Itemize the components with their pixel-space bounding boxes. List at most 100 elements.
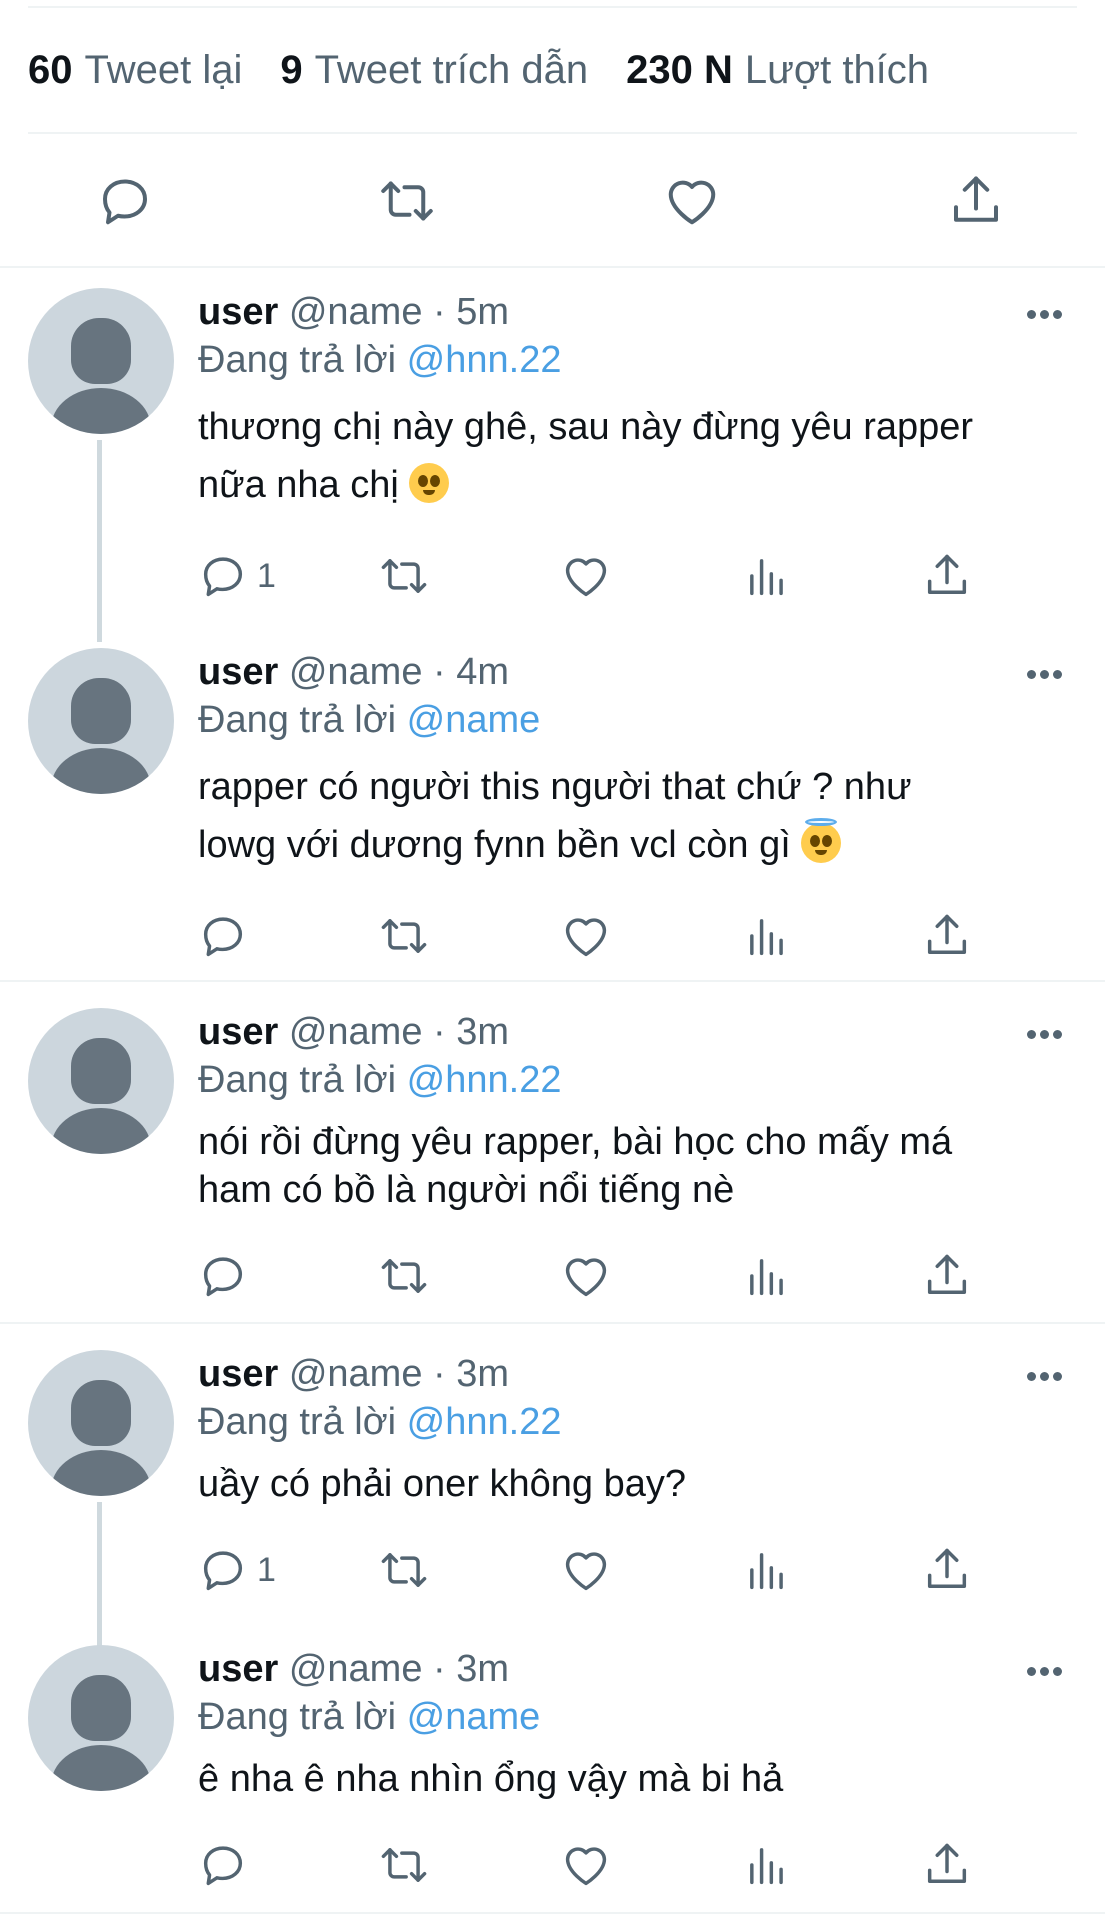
retweet-button[interactable] [378,550,430,602]
like-button[interactable] [560,550,612,602]
more-button[interactable] [1027,1372,1063,1384]
tweet-actions [0,1839,1105,1895]
analytics-icon [750,559,783,596]
share-button[interactable] [921,1839,973,1891]
analytics-button[interactable] [741,1839,793,1891]
retweet-icon [381,1848,427,1882]
tweet-header: user @name · 3m [198,1011,510,1053]
username[interactable]: user [198,651,278,693]
divider [0,1322,1105,1324]
more-button[interactable] [1027,1667,1063,1679]
mention-link[interactable]: @hnn.22 [407,1059,562,1101]
reply-icon [203,1551,243,1591]
handle[interactable]: @name [289,651,423,693]
timestamp[interactable]: 5m [456,291,509,333]
tweet-actions: 1 [0,1544,1105,1600]
halo-smile-emoji [801,818,842,863]
retweet-icon [381,919,427,953]
share-button[interactable] [946,171,1006,231]
reply-icon [203,1846,243,1886]
replying-to: Đang trả lời @hnn.22 [198,339,562,381]
retweet-button[interactable] [377,171,437,231]
tweet-header: user @name · 5m [198,291,510,333]
heart-icon [565,918,607,957]
retweet-button[interactable] [378,1544,430,1596]
like-button[interactable] [560,1250,612,1302]
analytics-button[interactable] [741,1544,793,1596]
reply-button[interactable] [95,171,155,231]
avatar[interactable] [28,1645,174,1791]
analytics-button[interactable] [741,1250,793,1302]
mention-link[interactable]: @hnn.22 [407,339,562,381]
avatar[interactable] [28,648,174,794]
timestamp[interactable]: 3m [456,1011,509,1053]
like-button[interactable] [560,1544,612,1596]
handle[interactable]: @name [289,291,423,333]
more-button[interactable] [1027,670,1063,682]
tweet-actions: 1 [0,550,1105,606]
reply-icon [103,179,147,225]
username[interactable]: user [198,1353,278,1395]
username[interactable]: user [198,291,278,333]
heart-icon [668,180,716,225]
username[interactable]: user [198,1011,278,1053]
avatar[interactable] [28,1008,174,1154]
tweet-text: uầy có phải oner không bay? [198,1463,687,1505]
analytics-icon [750,919,783,956]
timestamp[interactable]: 4m [456,651,509,693]
mention-link[interactable]: @name [407,1696,541,1738]
handle[interactable]: @name [289,1648,423,1690]
share-button[interactable] [921,1250,973,1302]
engagement-stats: 60 Tweet lại 9 Tweet trích dẫn 230 N Lượt t… [28,6,1077,134]
share-icon [927,1843,967,1883]
timestamp[interactable]: 3m [456,1648,509,1690]
share-button[interactable] [921,550,973,602]
likes-stat[interactable]: 230 N Lượt thích [626,48,929,93]
like-button[interactable] [560,1839,612,1891]
reply-icon [203,1257,243,1297]
retweet-button[interactable] [378,1250,430,1302]
heart-icon [565,1552,607,1591]
mention-link[interactable]: @hnn.22 [407,1401,562,1443]
share-icon [927,1254,967,1294]
avatar[interactable] [28,1350,174,1496]
thread-connector [97,440,102,642]
more-button[interactable] [1027,310,1063,322]
replying-to: Đang trả lời @hnn.22 [198,1059,562,1101]
like-button[interactable] [662,171,722,231]
avatar[interactable] [28,288,174,434]
handle[interactable]: @name [289,1353,423,1395]
reply-button[interactable] [197,910,249,962]
analytics-button[interactable] [741,910,793,962]
heart-icon [565,1847,607,1886]
divider [0,980,1105,982]
reply-count: 1 [257,1551,276,1589]
quotes-stat[interactable]: 9 Tweet trích dẫn [280,48,588,93]
retweets-stat[interactable]: 60 Tweet lại [28,48,242,93]
tweet-text: ê nha ê nha nhìn ổng vậy mà bi hả [198,1758,784,1800]
tweet-header: user @name · 3m [198,1648,510,1690]
divider [0,1912,1105,1914]
handle[interactable]: @name [289,1011,423,1053]
reply-button[interactable] [197,550,249,602]
timestamp[interactable]: 3m [456,1353,509,1395]
retweet-button[interactable] [378,1839,430,1891]
replying-to: Đang trả lời @name [198,1696,541,1738]
reply-button[interactable] [197,1250,249,1302]
reply-icon [203,557,243,597]
reply-button[interactable] [197,1544,249,1596]
like-button[interactable] [560,910,612,962]
pleading-face-emoji [409,463,450,503]
mention-link[interactable]: @name [407,699,541,741]
analytics-button[interactable] [741,550,793,602]
username[interactable]: user [198,1648,278,1690]
share-icon [927,1548,967,1588]
tweet-text: nói rồi đừng yêu rapper, bài học cho mấy… [198,1121,953,1211]
more-button[interactable] [1027,1030,1063,1042]
share-icon [927,914,967,954]
reply-button[interactable] [197,1839,249,1891]
share-button[interactable] [921,1544,973,1596]
heart-icon [565,1258,607,1297]
share-button[interactable] [921,910,973,962]
retweet-button[interactable] [378,910,430,962]
